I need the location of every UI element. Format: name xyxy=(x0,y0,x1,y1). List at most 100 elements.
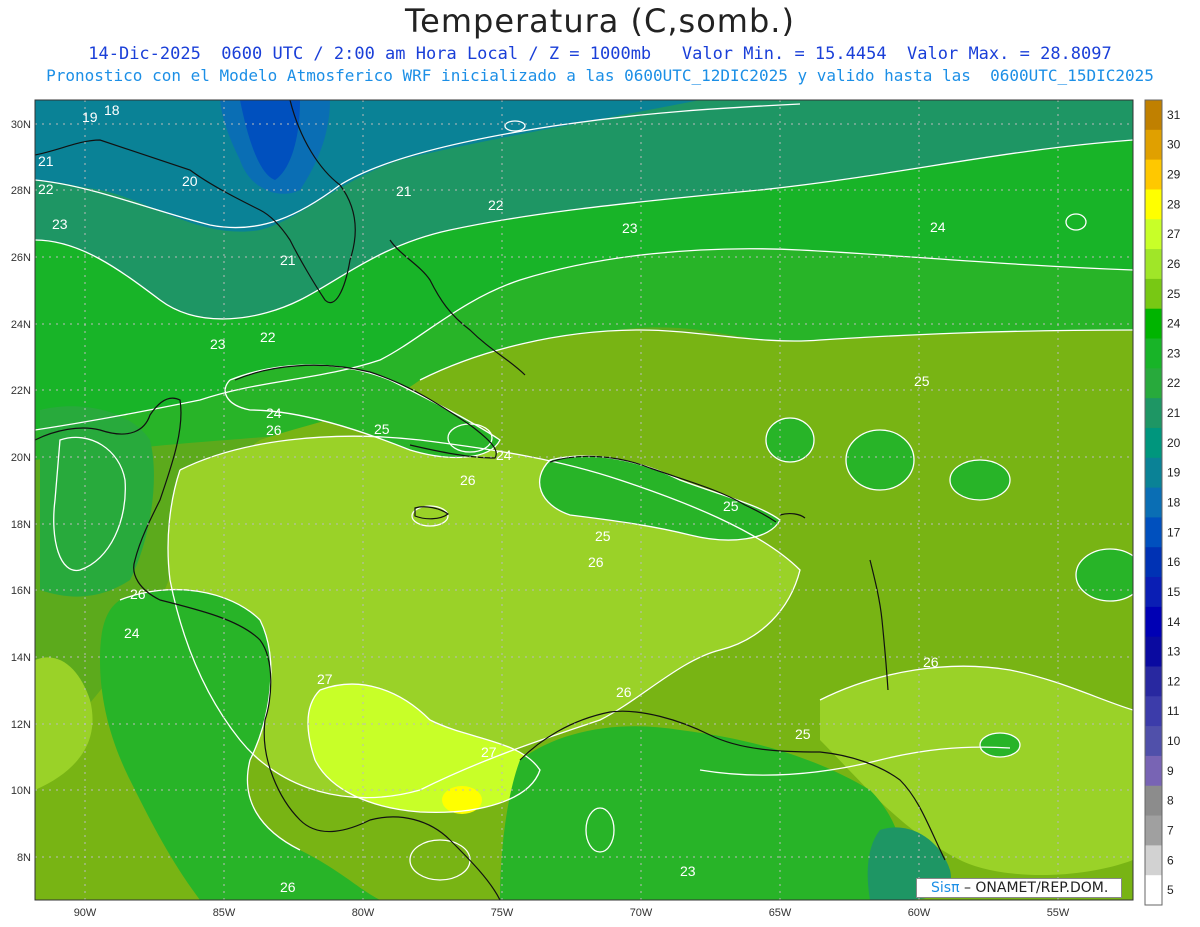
contour-label: 26 xyxy=(280,879,296,895)
contour-label: 25 xyxy=(595,528,611,544)
colorbar-swatch xyxy=(1145,189,1162,220)
colorbar-swatch xyxy=(1145,815,1162,846)
contour-label: 24 xyxy=(930,219,946,235)
lat-tick-label: 20N xyxy=(11,452,31,464)
contour-label: 27 xyxy=(317,671,333,687)
colorbar-label: 14 xyxy=(1167,615,1181,629)
contour-label: 26 xyxy=(923,654,939,670)
colorbar-label: 27 xyxy=(1167,227,1181,241)
contour-label: 27 xyxy=(481,744,497,760)
colorbar-label: 26 xyxy=(1167,257,1181,271)
colorbar-swatch xyxy=(1145,219,1162,250)
colorbar-swatch xyxy=(1145,577,1162,608)
contour-label: 23 xyxy=(210,336,226,352)
colorbar-label: 10 xyxy=(1167,734,1181,748)
lon-axis: 90W 85W 80W 75W 70W 65W 60W 55W xyxy=(74,907,1070,919)
contour-label: 22 xyxy=(260,329,276,345)
colorbar-swatch xyxy=(1145,666,1162,697)
contour-label: 25 xyxy=(914,373,930,389)
contour-label: 24 xyxy=(124,625,140,641)
colorbar-label: 13 xyxy=(1167,645,1181,659)
colorbar-label: 29 xyxy=(1167,168,1181,182)
colorbar-swatch xyxy=(1145,487,1162,518)
colorbar-label: 25 xyxy=(1167,287,1181,301)
colorbar-swatch xyxy=(1145,606,1162,638)
lat-tick-label: 22N xyxy=(11,385,31,397)
colorbar-label: 8 xyxy=(1167,794,1174,808)
colorbar-label: 19 xyxy=(1167,466,1181,480)
lat-axis: 30N 28N 26N 24N 22N 20N 18N 16N 14N 12N … xyxy=(11,119,31,864)
lon-tick-label: 85W xyxy=(213,907,236,919)
credit-text: – ONAMET/REP.DOM. xyxy=(963,880,1109,896)
colorbar-label: 20 xyxy=(1167,436,1181,450)
lat-tick-label: 18N xyxy=(11,519,31,531)
contour-label: 25 xyxy=(723,498,739,514)
contour-label: 22 xyxy=(488,197,504,213)
contour-label: 22 xyxy=(38,181,54,197)
colorbar-label: 31 xyxy=(1167,108,1181,122)
contour-label: 23 xyxy=(680,863,696,879)
contour-label: 26 xyxy=(266,422,282,438)
temperature-map: 18 19 20 21 21 21 22 22 22 23 23 23 24 2… xyxy=(11,99,1181,919)
colorbar-label: 9 xyxy=(1167,764,1174,778)
colorbar-swatch xyxy=(1145,159,1162,190)
colorbar-swatch xyxy=(1145,636,1162,667)
contour-label: 21 xyxy=(280,252,296,268)
colorbar-swatch xyxy=(1145,129,1162,161)
contour-label: 26 xyxy=(616,684,632,700)
colorbar-swatch xyxy=(1145,517,1162,548)
lon-tick-label: 80W xyxy=(352,907,375,919)
credit-box: Sisπ – ONAMET/REP.DOM. xyxy=(916,878,1122,898)
contour-label: 24 xyxy=(266,405,282,421)
colorbar-label: 5 xyxy=(1167,883,1174,897)
contour-label: 25 xyxy=(374,421,390,437)
lat-tick-label: 16N xyxy=(11,585,31,597)
lat-tick-label: 8N xyxy=(17,852,31,864)
colorbar-swatch xyxy=(1145,785,1162,817)
colorbar-swatch xyxy=(1145,278,1162,310)
colorbar-label: 18 xyxy=(1167,496,1181,510)
colorbar-swatch xyxy=(1145,427,1162,459)
contour-label: 21 xyxy=(38,153,54,169)
colorbar-label: 15 xyxy=(1167,585,1181,599)
lat-tick-label: 12N xyxy=(11,719,31,731)
colorbar-label: 16 xyxy=(1167,555,1181,569)
colorbar-label: 24 xyxy=(1167,317,1181,331)
lat-tick-label: 30N xyxy=(11,119,31,131)
lon-tick-label: 70W xyxy=(630,907,653,919)
contour-label: 24 xyxy=(496,447,512,463)
colorbar-label: 17 xyxy=(1167,525,1181,539)
contour-label: 26 xyxy=(460,472,476,488)
map-field: 18 19 20 21 21 21 22 22 22 23 23 23 24 2… xyxy=(35,100,1133,900)
colorbar-label: 11 xyxy=(1167,704,1180,718)
colorbar-swatch xyxy=(1145,100,1162,131)
lat-tick-label: 24N xyxy=(11,319,31,331)
credit-sis: Sisπ xyxy=(931,880,960,896)
lon-tick-label: 90W xyxy=(74,907,97,919)
contour-label: 23 xyxy=(622,220,638,236)
lon-tick-label: 75W xyxy=(491,907,514,919)
contour-label: 18 xyxy=(104,102,120,118)
lat-tick-label: 10N xyxy=(11,785,31,797)
colorbar: 31 30 29 28 27 26 25 24 23 22 21 20 19 18 17 16 15 14 13 12… xyxy=(1144,99,1181,906)
contour-label: 20 xyxy=(182,173,198,189)
colorbar-label: 23 xyxy=(1167,346,1181,360)
lon-tick-label: 60W xyxy=(908,907,931,919)
lat-tick-label: 28N xyxy=(11,185,31,197)
colorbar-label: 6 xyxy=(1167,853,1174,867)
colorbar-label: 12 xyxy=(1167,674,1181,688)
colorbar-swatch xyxy=(1145,696,1162,727)
contour-label: 26 xyxy=(130,586,146,602)
colorbar-swatch xyxy=(1145,755,1162,787)
colorbar-swatch xyxy=(1145,457,1162,489)
colorbar-swatch xyxy=(1145,875,1162,906)
colorbar-swatch xyxy=(1145,726,1162,757)
colorbar-label: 30 xyxy=(1167,138,1181,152)
contour-label: 23 xyxy=(52,216,68,232)
colorbar-label: 7 xyxy=(1167,823,1174,837)
colorbar-label: 28 xyxy=(1167,197,1181,211)
colorbar-swatch xyxy=(1145,547,1162,578)
lon-tick-label: 55W xyxy=(1047,907,1070,919)
contour-label: 25 xyxy=(795,726,811,742)
contour-label: 21 xyxy=(396,183,412,199)
